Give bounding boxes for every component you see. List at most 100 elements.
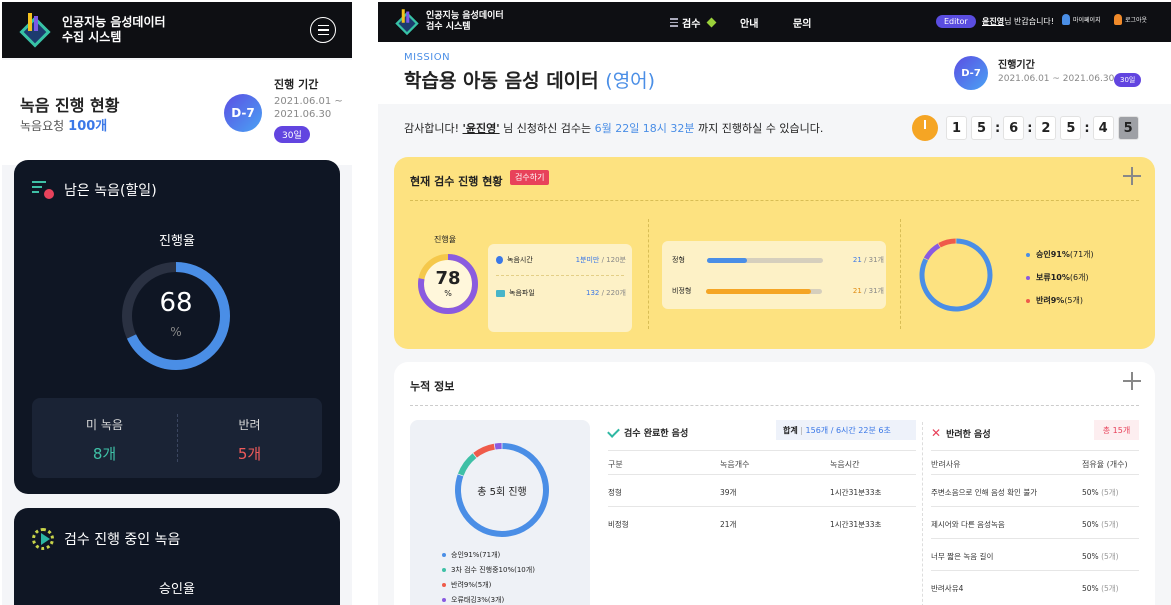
progress-label: 진행율 xyxy=(159,234,195,249)
file-icon xyxy=(496,289,505,297)
app-title: 인공지능 음성데이터 수집 시스템 xyxy=(62,15,166,44)
session-summary-box: 총 5회 진행 승인91%(71개) 3차 검수 진행중10%(10개) 반려9… xyxy=(410,420,590,605)
active-indicator-icon xyxy=(706,17,717,28)
table-cell: 21개 xyxy=(720,520,737,529)
donut-segment xyxy=(457,453,477,476)
col-count: 녹음개수 xyxy=(720,460,750,469)
completed-total: 합계 | 156개 / 6시간 22분 6초 xyxy=(776,420,916,440)
table-cell: 정형 xyxy=(608,488,622,497)
table-cell: 50% (5개) xyxy=(1082,520,1119,529)
nav-contact[interactable]: 문의 xyxy=(793,15,811,30)
col-type: 구분 xyxy=(608,460,623,469)
reviewing-card: 검수 진행 중인 녹음 승인율 xyxy=(14,508,340,605)
rejected-total: 총 15개 xyxy=(1094,420,1139,440)
recording-time-row: 녹음시간 1분미만 / 120분 xyxy=(496,255,626,265)
col-share: 점유율 (개수) xyxy=(1082,460,1128,469)
cumulative-card: 누적 정보 총 5회 진행 승인91%(71개) 3차 검수 진행중10%(10… xyxy=(394,362,1155,605)
countdown-digit: 5 xyxy=(1117,116,1139,140)
review-progress-value: 78 xyxy=(435,268,461,289)
mobile-view: 인공지능 음성데이터 수집 시스템 녹음 진행 현황 녹음요청 100개 D-7 … xyxy=(2,2,352,605)
legend-rejected: 반려9%(5개) xyxy=(442,580,491,590)
logout-link[interactable]: 로그아웃 xyxy=(1114,14,1147,25)
period-dates: 2021.06.01 ~2021.06.30 xyxy=(274,96,343,120)
logout-icon xyxy=(1114,14,1122,25)
menu-icon xyxy=(670,18,678,27)
remaining-card-header: 남은 녹음(할일) xyxy=(32,180,157,200)
current-review-card: 현재 검수 진행 현황 검수하기 진행율 78 % 녹음시간 1분미만 / 120… xyxy=(394,157,1155,349)
desktop-view: 인공지능 음성데이터 검수 시스템 검수 안내 문의 Editor 윤진영님 반… xyxy=(378,2,1171,605)
app-logo[interactable] xyxy=(394,9,420,36)
stopwatch-icon xyxy=(912,115,938,141)
check-icon xyxy=(607,424,620,438)
period-label: 진행 기간 xyxy=(274,78,319,91)
legend-hold: 보류10%(6개) xyxy=(1026,272,1089,283)
legend-third-review: 3차 검수 진행중10%(10개) xyxy=(442,565,535,575)
dday-badge: D-7 xyxy=(954,56,988,90)
progress-unit: % xyxy=(170,325,182,339)
table-cell: 50% (5개) xyxy=(1082,488,1119,497)
table-cell: 1시간31분33초 xyxy=(830,520,882,529)
table-cell: 너무 짧은 녹음 길이 xyxy=(931,552,994,561)
loading-play-icon xyxy=(32,528,54,550)
user-name: 윤진영 xyxy=(982,17,1005,26)
start-review-button[interactable]: 검수하기 xyxy=(510,170,550,185)
table-cell: 1시간31분33초 xyxy=(830,488,882,497)
countdown-digit: 2 xyxy=(1035,116,1057,140)
review-notice: 감사합니다! '윤진영' 님 신청하신 검수는 6월 22일 18시 32분 까… xyxy=(404,122,824,135)
nav-guide[interactable]: 안내 xyxy=(740,15,758,30)
recording-summary: 녹음 진행 현황 녹음요청 100개 D-7 진행 기간 2021.06.01 ~… xyxy=(2,60,352,165)
expand-plus-icon[interactable] xyxy=(1123,167,1141,185)
review-progress-unit: % xyxy=(444,289,452,298)
cumulative-title: 누적 정보 xyxy=(410,380,455,393)
role-badge: Editor xyxy=(936,15,976,28)
days-badge: 30일 xyxy=(274,126,310,143)
expand-plus-icon[interactable] xyxy=(1123,372,1141,390)
dday-badge: D-7 xyxy=(224,94,262,132)
mission-bar: MISSION 학습용 아동 음성 데이터 (영어) D-7 진행기간 2021… xyxy=(378,42,1171,104)
reviewing-card-header: 검수 진행 중인 녹음 xyxy=(32,528,180,550)
greeting: 윤진영님 반갑습니다! xyxy=(982,17,1055,26)
mypage-link[interactable]: 마이페이지 xyxy=(1062,14,1101,25)
approval-label: 승인율 xyxy=(159,582,195,597)
countdown-digit: 1 xyxy=(946,116,967,140)
period-label: 진행기간 xyxy=(998,60,1035,71)
recording-file-row: 녹음파일 132 / 220개 xyxy=(496,288,626,298)
table-cell: 주변소음으로 인해 음성 확인 불가 xyxy=(931,488,1038,497)
legend-error-tag: 오류태깅3%(3개) xyxy=(442,595,504,605)
days-badge: 30일 xyxy=(1114,73,1142,87)
donut-segment xyxy=(473,443,495,458)
period-dates: 2021.06.01 ~ 2021.06.30 xyxy=(998,74,1115,84)
unrecorded-stat: 미 녹음 8개 xyxy=(86,418,123,463)
record-list-icon xyxy=(32,181,54,199)
legend-approved: 승인91%(71개) xyxy=(442,550,500,560)
table-cell: 비정형 xyxy=(608,520,629,529)
bar-fill-structured xyxy=(706,257,748,263)
donut-segment xyxy=(494,443,502,450)
table-cell: 제시어와 다른 음성녹음 xyxy=(931,520,1005,529)
nav-review[interactable]: 검수 xyxy=(670,15,717,30)
countdown-digit: 5 xyxy=(1060,116,1082,140)
app-title: 인공지능 음성데이터 검수 시스템 xyxy=(426,11,504,32)
progress-value: 68 xyxy=(159,288,193,318)
current-review-title: 현재 검수 진행 현황 xyxy=(410,175,503,188)
col-reason: 반려사유 xyxy=(931,460,961,469)
app-logo[interactable] xyxy=(18,13,52,48)
reviewing-title: 검수 진행 중인 녹음 xyxy=(64,532,181,548)
menu-icon[interactable] xyxy=(310,17,336,43)
bar-row-unstructured: 비정형 21 / 31개 xyxy=(672,287,884,295)
col-time: 녹음시간 xyxy=(830,460,860,469)
summary-title: 녹음 진행 현황 xyxy=(20,96,120,115)
table-cell: 50% (5개) xyxy=(1082,584,1119,593)
user-icon xyxy=(1062,14,1070,25)
type-bars-box: 정형 21 / 31개 비정형 21 / 31개 xyxy=(662,241,886,309)
donut-segment xyxy=(938,238,956,248)
mic-icon xyxy=(496,256,503,264)
mission-label: MISSION xyxy=(404,52,451,63)
remaining-stats: 미 녹음 8개 반려 5개 xyxy=(32,398,322,478)
completed-section-title: 검수 완료한 음성 xyxy=(607,424,688,439)
page-title: 학습용 아동 음성 데이터 (영어) xyxy=(404,70,656,92)
donut-segment xyxy=(923,243,941,261)
x-icon: ✕ xyxy=(931,426,942,440)
legend-approved: 승인91%(71개) xyxy=(1026,249,1094,260)
session-count: 총 5회 진행 xyxy=(477,487,527,498)
